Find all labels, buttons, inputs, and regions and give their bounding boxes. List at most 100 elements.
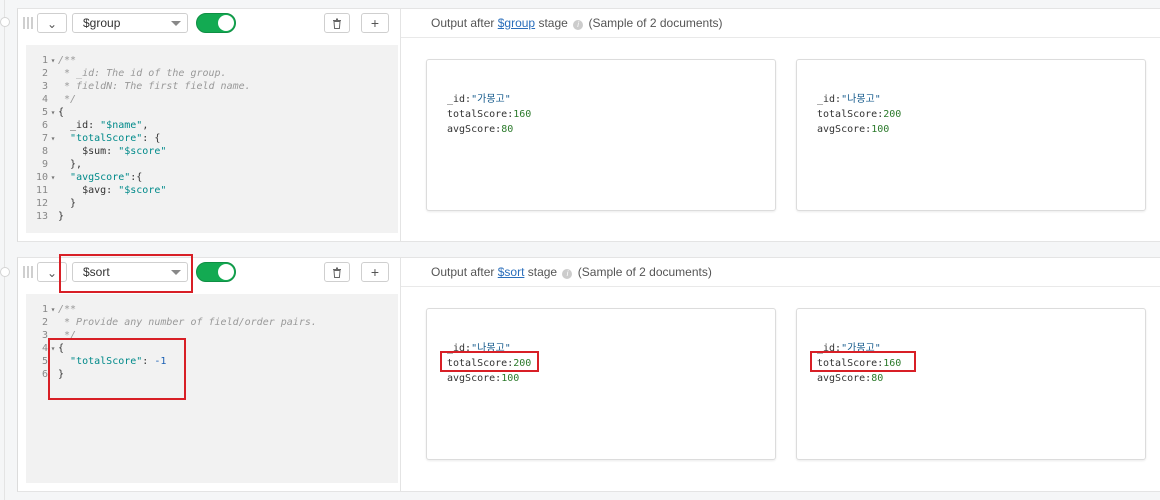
- field-totalscore: totalScore:200: [817, 107, 901, 122]
- code-line: 1 ▾/**: [26, 303, 76, 316]
- field-key: totalScore:: [447, 109, 514, 120]
- code-token: "$score": [118, 146, 167, 157]
- line-number: 5: [41, 356, 48, 367]
- line-number: 2: [41, 317, 48, 328]
- delete-stage-button[interactable]: [324, 13, 350, 33]
- fold-arrow-icon[interactable]: ▾: [48, 132, 58, 145]
- field-key: avgScore:: [817, 373, 872, 384]
- fold-arrow-icon[interactable]: ▾: [48, 54, 58, 67]
- document-card: _id:"가몽고" totalScore:160 avgScore:80: [426, 59, 776, 211]
- plus-icon: +: [370, 264, 380, 280]
- code-token: }: [58, 198, 77, 209]
- stage-enable-toggle[interactable]: [196, 13, 236, 33]
- dropdown-caret-icon: [171, 21, 181, 26]
- stage-editor-panel: ⌄ $group + 1 ▾/** 2 * _id: The id of the g…: [18, 9, 401, 241]
- delete-stage-button[interactable]: [324, 262, 350, 282]
- line-number: 6: [41, 369, 48, 380]
- output-header: Output after $sort stage i (Sample of 2 …: [431, 265, 712, 279]
- code-token: : {: [142, 133, 161, 144]
- fold-arrow-icon[interactable]: ▾: [48, 303, 58, 316]
- field-value: 100: [501, 373, 520, 384]
- info-icon[interactable]: i: [573, 20, 584, 30]
- line-number: 3: [41, 81, 48, 92]
- code-token: }: [58, 211, 65, 222]
- field-avgscore: avgScore:100: [817, 122, 901, 137]
- line-number: 10: [35, 172, 48, 183]
- code-token: },: [58, 159, 83, 170]
- toggle-knob: [218, 15, 234, 31]
- stage-operator-value: $group: [83, 16, 121, 30]
- field-totalscore: totalScore:160: [447, 107, 531, 122]
- line-number: 3: [41, 330, 48, 341]
- sample-count-text: (Sample of 2 documents): [577, 265, 712, 279]
- highlight-box-totalscore: [440, 351, 539, 372]
- fold-arrow-icon[interactable]: ▾: [48, 106, 58, 119]
- line-number: 1: [41, 304, 48, 315]
- line-number: 8: [41, 146, 48, 157]
- add-stage-button[interactable]: +: [361, 262, 389, 282]
- divider: [401, 37, 1160, 38]
- code-token: * Provide any number of field/order pair…: [58, 317, 317, 328]
- field-id: _id:"나몽고": [817, 92, 901, 107]
- code-token: /**: [58, 304, 77, 315]
- trash-icon: [333, 18, 341, 29]
- toggle-knob: [218, 264, 234, 280]
- document-card: _id:"나몽고" totalScore:200 avgScore:100: [796, 59, 1146, 211]
- code-token: $sum:: [58, 146, 119, 157]
- stage-docs-link[interactable]: $group: [498, 16, 535, 30]
- code-line: 3 * fieldN: The first field name.: [26, 80, 251, 93]
- info-icon[interactable]: i: [562, 269, 573, 279]
- field-key: _id:: [817, 94, 842, 105]
- sample-count-text: (Sample of 2 documents): [588, 16, 723, 30]
- collapse-button[interactable]: ⌄: [37, 13, 67, 33]
- line-number: 7: [41, 133, 48, 144]
- code-line: 13}: [26, 210, 64, 223]
- output-header-suffix: stage: [527, 265, 558, 279]
- divider: [401, 286, 1160, 287]
- stage-toolbar: ⌄ $group +: [18, 9, 400, 37]
- code-line: 6 _id: "$name",: [26, 119, 148, 132]
- plus-icon: +: [370, 15, 380, 31]
- code-token: * _id: The id of the group.: [58, 68, 227, 79]
- field-value: 100: [871, 124, 890, 135]
- code-line: 7 ▾ "totalScore": {: [26, 132, 160, 145]
- add-stage-button[interactable]: +: [361, 13, 389, 33]
- code-token: $avg:: [58, 185, 119, 196]
- drag-handle-icon[interactable]: [23, 266, 33, 278]
- chevron-down-icon: ⌄: [46, 266, 58, 280]
- code-line: 1 ▾/**: [26, 54, 76, 67]
- document-fields: _id:"나몽고" totalScore:200 avgScore:100: [817, 92, 901, 137]
- output-header-prefix: Output after: [431, 16, 495, 30]
- stage-enable-toggle[interactable]: [196, 262, 236, 282]
- code-line: 9 },: [26, 158, 82, 171]
- code-token: "totalScore": [70, 133, 143, 144]
- code-token: */: [58, 94, 77, 105]
- stage-operator-select[interactable]: $group: [72, 13, 188, 33]
- line-number: 2: [41, 68, 48, 79]
- line-number: 6: [41, 120, 48, 131]
- line-number: 4: [41, 343, 48, 354]
- code-token: _id:: [58, 120, 101, 131]
- field-avgscore: avgScore:80: [447, 122, 531, 137]
- line-number: 5: [41, 107, 48, 118]
- stage-docs-link[interactable]: $sort: [498, 265, 525, 279]
- code-line: 4 */: [26, 93, 76, 106]
- field-value: 160: [513, 109, 532, 120]
- code-line: 8 $sum: "$score": [26, 145, 166, 158]
- document-card: _id:"나몽고" totalScore:200 avgScore:100: [426, 308, 776, 460]
- drag-handle-icon[interactable]: [23, 17, 33, 29]
- field-key: avgScore:: [817, 124, 872, 135]
- fold-arrow-icon[interactable]: ▾: [48, 171, 58, 184]
- code-editor[interactable]: 1 ▾/** 2 * _id: The id of the group. 3 * fi…: [26, 45, 398, 233]
- line-number: 13: [35, 211, 48, 222]
- highlight-box-operator: [59, 254, 193, 293]
- code-line: 2 * _id: The id of the group.: [26, 67, 227, 80]
- line-number: 12: [35, 198, 48, 209]
- output-header: Output after $group stage i (Sample of 2…: [431, 16, 723, 30]
- code-token: "$score": [118, 185, 167, 196]
- field-key: totalScore:: [817, 109, 884, 120]
- stage-group: ⌄ $group + 1 ▾/** 2 * _id: The id of the g…: [17, 8, 1160, 242]
- code-line: 10 ▾ "avgScore":{: [26, 171, 142, 184]
